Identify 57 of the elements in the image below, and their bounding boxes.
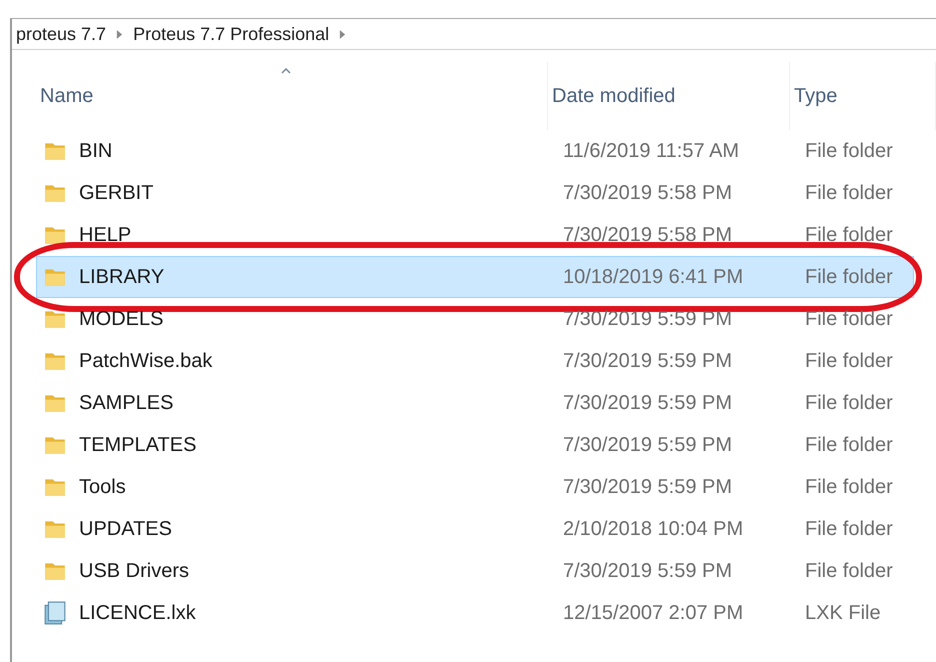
file-type: File folder: [804, 518, 894, 540]
file-type: LXK File: [804, 602, 882, 624]
file-row[interactable]: BIN 11/6/2019 11:57 AM File folder: [36, 130, 914, 172]
column-header-cell[interactable]: Date modified: [548, 62, 790, 130]
file-row[interactable]: MODELS 7/30/2019 5:59 PM File folder: [36, 298, 914, 340]
file-name: USB Drivers: [79, 560, 190, 582]
date-modified: 7/30/2019 5:59 PM: [562, 434, 734, 456]
file-type: File folder: [804, 392, 894, 414]
file-name: Tools: [79, 476, 126, 498]
file-name: MODELS: [79, 308, 164, 330]
file-name: LIBRARY: [79, 266, 164, 288]
file-row[interactable]: LICENCE.lxk 12/15/2007 2:07 PM LXK File: [36, 592, 914, 634]
file-row[interactable]: Tools 7/30/2019 5:59 PM File folder: [36, 466, 914, 508]
file-row[interactable]: SAMPLES 7/30/2019 5:59 PM File folder: [36, 382, 914, 424]
file-row[interactable]: HELP 7/30/2019 5:58 PM File folder: [36, 214, 914, 256]
date-modified: 12/15/2007 2:07 PM: [562, 602, 744, 624]
chevron-right-icon[interactable]: [339, 30, 346, 38]
file-name: UPDATES: [79, 518, 172, 540]
file-name: LICENCE.lxk: [79, 602, 196, 624]
file-type: File folder: [804, 224, 894, 246]
file-name: SAMPLES: [79, 392, 174, 414]
file-type: File folder: [804, 434, 894, 456]
file-name: BIN: [79, 140, 112, 162]
file-type: File folder: [804, 140, 894, 162]
file-row[interactable]: GERBIT 7/30/2019 5:58 PM File folder: [36, 172, 914, 214]
date-modified: 7/30/2019 5:59 PM: [562, 476, 734, 498]
date-modified: 10/18/2019 6:41 PM: [562, 266, 744, 288]
breadcrumb-item[interactable]: Proteus 7.7 Professional: [133, 24, 330, 44]
date-modified: 7/30/2019 5:59 PM: [562, 350, 734, 372]
date-modified: 2/10/2018 10:04 PM: [562, 518, 744, 540]
breadcrumb-item[interactable]: proteus 7.7: [16, 24, 106, 44]
file-type: File folder: [804, 350, 894, 372]
file-row[interactable]: LIBRARY 10/18/2019 6:41 PM File folder: [36, 256, 914, 298]
file-type: File folder: [804, 182, 894, 204]
file-type: File folder: [804, 308, 894, 330]
file-name: PatchWise.bak: [79, 350, 212, 372]
column-header-cell[interactable]: Name: [36, 62, 548, 130]
date-modified: 7/30/2019 5:59 PM: [562, 560, 734, 582]
date-modified: 7/30/2019 5:59 PM: [562, 308, 734, 330]
document-icon: [43, 601, 67, 625]
file-row[interactable]: UPDATES 2/10/2018 10:04 PM File folder: [36, 508, 914, 550]
file-name: HELP: [79, 224, 132, 246]
chevron-right-icon[interactable]: [116, 30, 124, 38]
sort-ascending-icon: [281, 68, 291, 74]
date-modified: 7/30/2019 5:58 PM: [562, 224, 734, 246]
file-type: File folder: [804, 560, 894, 582]
date-modified: 7/30/2019 5:59 PM: [562, 392, 734, 414]
file-type: File folder: [804, 266, 894, 288]
file-type: File folder: [804, 476, 894, 498]
file-name: GERBIT: [79, 182, 154, 204]
file-row[interactable]: USB Drivers 7/30/2019 5:59 PM File folder: [36, 550, 914, 592]
file-row[interactable]: PatchWise.bak 7/30/2019 5:59 PM File folder: [36, 340, 914, 382]
file-row[interactable]: TEMPLATES 7/30/2019 5:59 PM File folder: [36, 424, 914, 466]
date-modified: 11/6/2019 11:57 AM: [562, 140, 740, 162]
date-modified: 7/30/2019 5:58 PM: [562, 182, 734, 204]
file-name: TEMPLATES: [79, 434, 196, 456]
column-header-cell[interactable]: Type: [790, 62, 936, 130]
